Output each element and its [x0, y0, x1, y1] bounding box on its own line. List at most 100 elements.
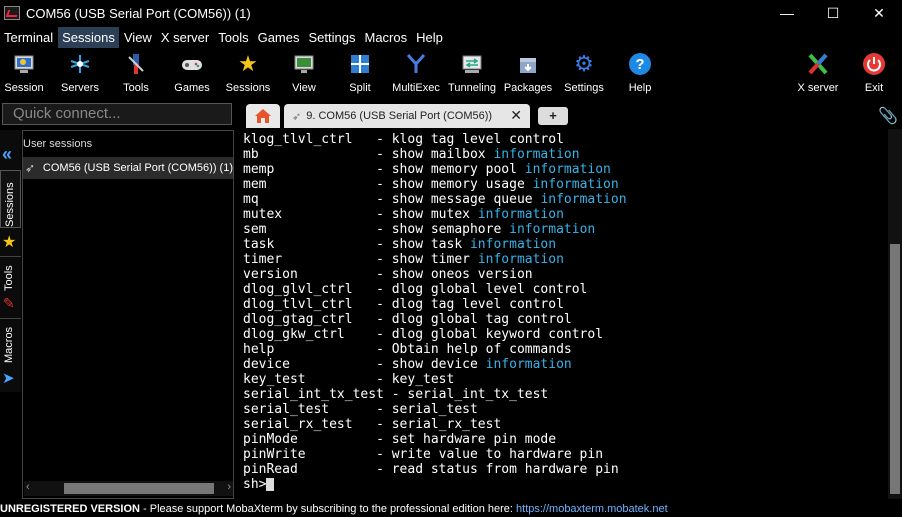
terminal-line: help - Obtain help of commands	[243, 342, 888, 357]
tab-close-button[interactable]: ✕	[510, 107, 522, 124]
menu-terminal[interactable]: Terminal	[0, 27, 57, 48]
toolbar-view-button[interactable]: View	[276, 49, 332, 97]
terminal-line: mq - show message queue information	[243, 192, 888, 207]
maximize-button[interactable]: ☐	[810, 0, 856, 26]
title-bar: COM56 (USB Serial Port (COM56)) (1) — ☐ …	[0, 0, 902, 26]
command-name: mq	[243, 192, 377, 207]
scroll-right-icon[interactable]: ›	[227, 481, 231, 493]
menu-sessions[interactable]: Sessions	[58, 27, 119, 48]
packages-icon	[515, 51, 541, 77]
scroll-left-icon[interactable]: ‹	[26, 481, 30, 493]
information-word: information	[540, 192, 627, 207]
command-name: mb	[243, 147, 377, 162]
home-tab[interactable]	[246, 104, 280, 128]
menu-settings[interactable]: Settings	[305, 27, 360, 48]
menu-macros[interactable]: Macros	[360, 27, 411, 48]
command-name: device	[243, 357, 377, 372]
command-description: - show device	[376, 357, 486, 372]
toolbar-session-button[interactable]: Session	[0, 49, 52, 97]
command-name: dlog_gtag_ctrl	[243, 312, 377, 327]
vertical-scrollbar[interactable]	[888, 129, 902, 499]
tunneling-icon	[459, 51, 485, 77]
session-item-label: COM56 (USB Serial Port (COM56)) (1)	[42, 162, 233, 174]
terminal-line: mb - show mailbox information	[243, 147, 888, 162]
toolbar-tools-button[interactable]: Tools	[108, 49, 164, 97]
terminal-line: pinMode - set hardware pin mode	[243, 432, 888, 447]
command-name: task	[243, 237, 377, 252]
sidebar-tab-sessions[interactable]: Sessions	[0, 170, 21, 228]
quick-connect-input[interactable]: Quick connect...	[2, 103, 232, 125]
toolbar-servers-button[interactable]: Servers	[52, 49, 108, 97]
command-description: - dlog global tag control	[376, 312, 572, 327]
toolbar-sessions-button[interactable]: ★ Sessions	[220, 49, 276, 97]
horizontal-scrollbar[interactable]: ‹ ›	[24, 481, 233, 496]
menu-tools[interactable]: Tools	[214, 27, 252, 48]
menu-view[interactable]: View	[120, 27, 156, 48]
minimize-button[interactable]: —	[764, 0, 810, 26]
close-button[interactable]: ✕	[856, 0, 902, 26]
terminal-line: mem - show memory usage information	[243, 177, 888, 192]
toolbar-split-button[interactable]: Split	[332, 49, 388, 97]
toolbar-tunneling-button[interactable]: Tunneling	[444, 49, 500, 97]
toolbar-packages-button[interactable]: Packages	[500, 49, 556, 97]
toolbar-label: X server	[797, 82, 839, 94]
prompt-line[interactable]: sh>	[243, 477, 888, 492]
toolbar-multiexec-button[interactable]: MultiExec	[388, 49, 444, 97]
window-title: COM56 (USB Serial Port (COM56)) (1)	[26, 5, 251, 21]
sidebar-tab-macros[interactable]: Macros ➤	[0, 318, 21, 390]
terminal-line: pinRead - read status from hardware pin	[243, 462, 888, 477]
command-name: klog_tlvl_ctrl	[243, 132, 377, 147]
paperclip-icon[interactable]: 📎	[878, 106, 898, 126]
toolbar-xserver-button[interactable]: X server	[790, 49, 846, 97]
command-description: - Obtain help of commands	[376, 342, 572, 357]
sidebar-tab-label: Tools	[3, 265, 15, 291]
help-icon: ?	[627, 51, 653, 77]
session-item[interactable]: ➶ COM56 (USB Serial Port (COM56)) (1)	[23, 157, 233, 179]
menu-games[interactable]: Games	[254, 27, 304, 48]
terminal-line: version - show oneos version	[243, 267, 888, 282]
command-description: - serial_int_tx_test	[391, 387, 549, 402]
app-icon	[4, 6, 20, 20]
menu-help[interactable]: Help	[412, 27, 447, 48]
information-word: information	[509, 222, 596, 237]
command-description: - key_test	[376, 372, 455, 387]
toolbar-games-button[interactable]: Games	[164, 49, 220, 97]
information-word: information	[477, 207, 564, 222]
scrollbar-thumb[interactable]	[890, 244, 900, 494]
power-icon	[861, 51, 887, 77]
command-description: - dlog global keyword control	[376, 327, 604, 342]
command-name: key_test	[243, 372, 377, 387]
mobatek-link[interactable]: https://mobaxterm.mobatek.net	[516, 503, 668, 515]
sidebar-tab-tools[interactable]: Tools ✎	[0, 256, 21, 316]
star-icon: ★	[238, 51, 258, 76]
command-description: - write value to hardware pin	[376, 447, 604, 462]
tab-label: 9. COM56 (USB Serial Port (COM56))	[306, 110, 493, 122]
sidebar-tab-label: Macros	[3, 326, 15, 363]
information-word: information	[493, 147, 580, 162]
command-description: - show mutex	[376, 207, 478, 222]
user-sessions-header: User sessions	[23, 138, 93, 150]
support-message: - Please support MobaXterm by subscribin…	[139, 503, 517, 515]
command-name: dlog_glvl_ctrl	[243, 282, 377, 297]
collapse-sidebar-icon[interactable]: «	[2, 144, 12, 165]
sessions-panel: User sessions ➶ COM56 (USB Serial Port (…	[22, 130, 234, 499]
send-icon: ➤	[2, 370, 15, 387]
tab-session[interactable]: ➶ 9. COM56 (USB Serial Port (COM56)) ✕	[284, 104, 530, 128]
command-description: - serial_rx_test	[376, 417, 502, 432]
add-tab-button[interactable]: +	[538, 107, 568, 125]
terminal-output[interactable]: klog_tlvl_ctrl - klog tag level control m…	[238, 129, 888, 499]
star-icon: ★	[2, 234, 17, 251]
toolbar-settings-button[interactable]: ⚙ Settings	[556, 49, 612, 97]
command-name: serial_test	[243, 402, 377, 417]
gear-icon: ⚙	[574, 51, 594, 76]
command-name: version	[243, 267, 377, 282]
scrollbar-thumb[interactable]	[64, 483, 214, 494]
toolbar-help-button[interactable]: ? Help	[612, 49, 668, 97]
information-word: information	[469, 237, 557, 252]
command-description: - serial_test	[376, 402, 478, 417]
command-name: sem	[243, 222, 377, 237]
svg-text:?: ?	[635, 56, 644, 73]
menu-x-server[interactable]: X server	[157, 27, 213, 48]
toolbar-exit-button[interactable]: Exit	[846, 49, 902, 97]
terminal-line: device - show device information	[243, 357, 888, 372]
